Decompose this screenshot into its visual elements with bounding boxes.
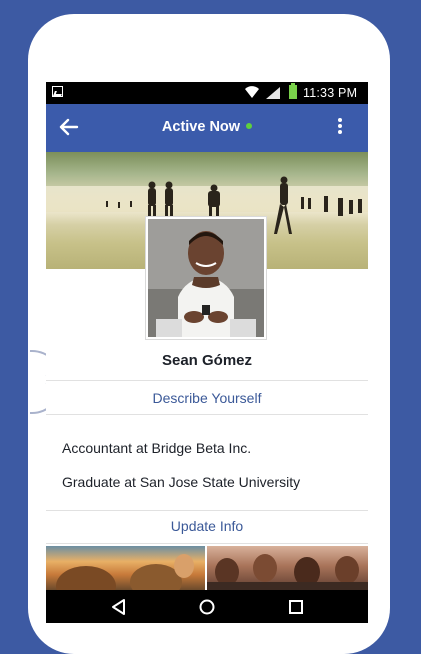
divider [46,510,368,511]
photo-strip [46,546,368,590]
page-title-text: Active Now [161,119,241,135]
wifi-icon [245,86,259,98]
active-status-dot [246,123,253,130]
battery-icon [289,83,297,99]
profile-picture[interactable] [145,216,267,340]
home-circle-icon[interactable] [197,597,217,617]
profile-name: Sean Gómez [161,352,253,369]
info-education: Graduate at San Jose State University [62,474,301,490]
divider [46,380,368,381]
avatar [148,219,264,337]
recents-square-icon[interactable] [286,597,306,617]
signal-icon [266,87,280,99]
image-notification-icon [52,86,63,97]
app-bar: Active Now [46,104,368,152]
page-title: Active Now [46,119,368,135]
back-triangle-icon[interactable] [109,597,129,617]
phone-screen: 11:33 PM Active Now Sean Gómez Describe … [46,82,368,623]
photo-thumbnail[interactable] [207,546,368,590]
divider [46,414,368,415]
overflow-menu-icon[interactable] [337,118,343,138]
divider [46,543,368,544]
describe-yourself-link[interactable]: Describe Yourself [46,390,368,406]
status-bar: 11:33 PM [46,82,368,104]
photo-thumbnail[interactable] [46,546,205,590]
update-info-link[interactable]: Update Info [46,518,368,534]
status-time: 11:33 PM [303,86,358,100]
info-work: Accountant at Bridge Beta Inc. [62,440,252,456]
android-nav-bar [46,590,368,623]
